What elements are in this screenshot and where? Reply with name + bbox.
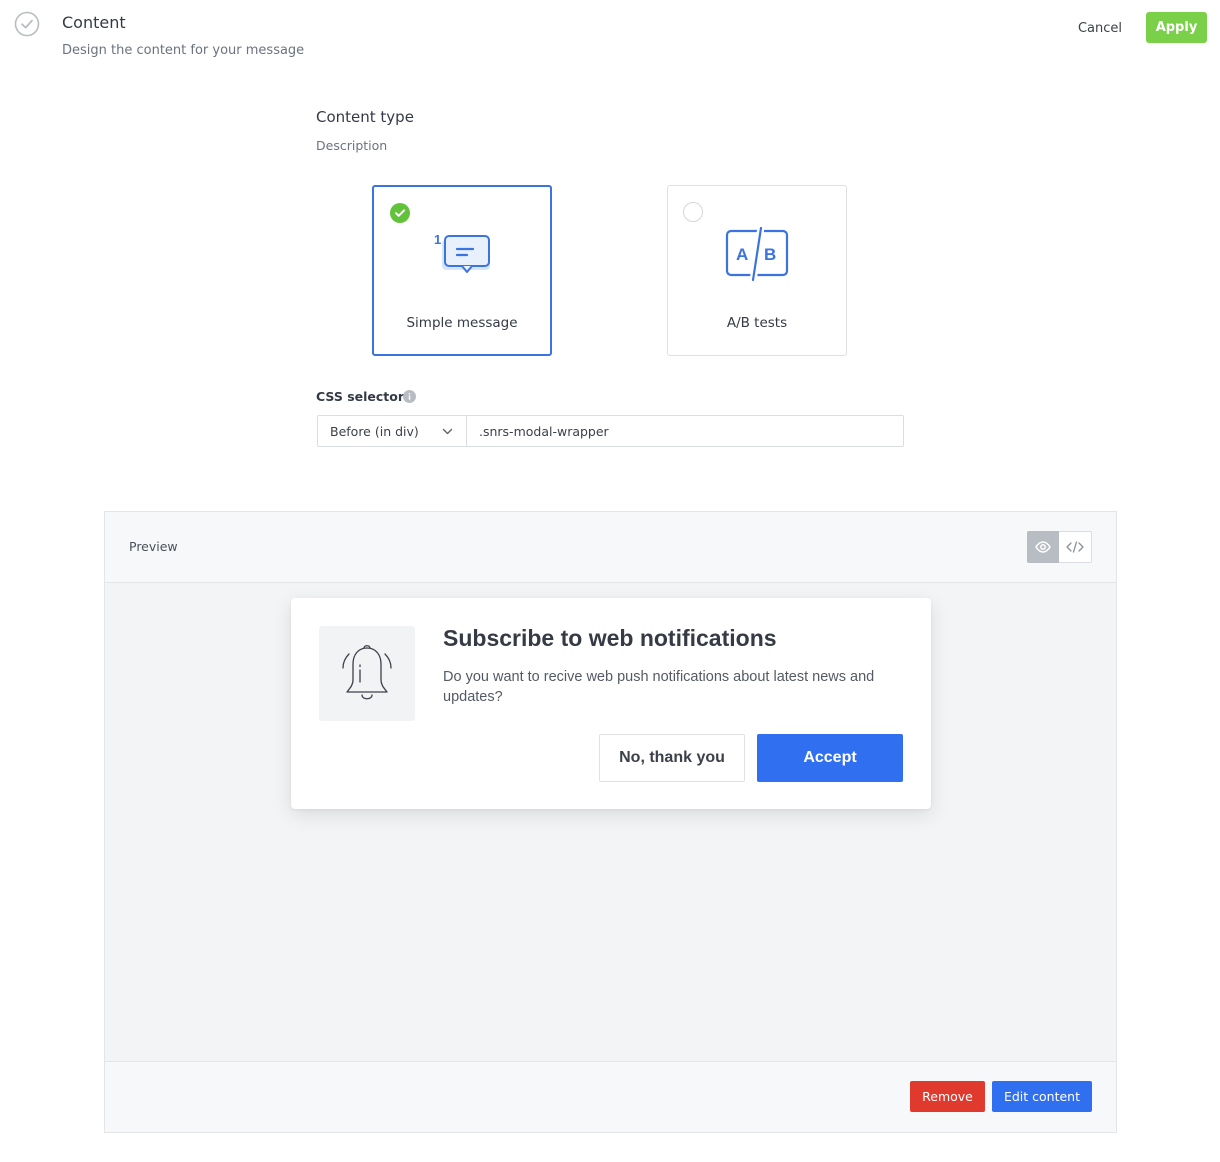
code-icon xyxy=(1066,541,1084,553)
notification-modal: Subscribe to web notifications Do you wa… xyxy=(291,598,931,809)
preview-header: Preview xyxy=(105,512,1116,583)
content-type-description: Description xyxy=(316,138,388,153)
accept-button[interactable]: Accept xyxy=(757,734,903,782)
css-selector-label: CSS selector xyxy=(316,389,405,404)
preview-footer: Remove Edit content xyxy=(105,1061,1116,1132)
chat-bubble-icon: 1 xyxy=(434,232,490,273)
info-icon[interactable] xyxy=(403,390,416,403)
preview-mode-button[interactable] xyxy=(1027,531,1059,563)
selected-check-icon xyxy=(390,203,410,223)
remove-button[interactable]: Remove xyxy=(910,1081,985,1112)
option-label-ab-tests: A/B tests xyxy=(726,315,788,331)
modal-title: Subscribe to web notifications xyxy=(443,625,777,651)
option-label-simple-message: Simple message xyxy=(406,315,518,331)
edit-content-button[interactable]: Edit content xyxy=(992,1081,1092,1112)
content-type-option-ab-tests[interactable]: A B A/B tests xyxy=(667,185,847,356)
cancel-button[interactable]: Cancel xyxy=(1066,14,1134,42)
preview-eye-icon xyxy=(1035,541,1051,553)
bell-illustration xyxy=(319,626,415,721)
modal-text: Do you want to recive web push notificat… xyxy=(443,669,875,705)
ab-test-icon: A B xyxy=(725,227,789,282)
decline-button[interactable]: No, thank you xyxy=(599,734,745,782)
svg-text:B: B xyxy=(764,245,776,264)
radio-unselected-icon xyxy=(683,202,703,222)
svg-text:A: A xyxy=(736,245,748,264)
apply-button[interactable]: Apply xyxy=(1146,12,1207,43)
content-type-option-simple-message[interactable]: 1 Simple message xyxy=(372,185,552,356)
chevron-down-icon xyxy=(442,428,453,435)
insert-position-select[interactable]: Before (in div) xyxy=(317,415,467,447)
view-mode-toggle xyxy=(1027,531,1092,563)
css-selector-input[interactable] xyxy=(466,415,904,447)
page-title: Content xyxy=(62,13,126,32)
step-check-icon xyxy=(14,11,40,37)
preview-label: Preview xyxy=(129,539,178,554)
code-mode-button[interactable] xyxy=(1059,531,1092,563)
page-subtitle: Design the content for your message xyxy=(62,43,305,58)
message-count-badge: 1 xyxy=(434,232,441,247)
content-type-title: Content type xyxy=(316,108,414,126)
insert-position-value: Before (in div) xyxy=(330,424,419,439)
bell-icon xyxy=(342,645,392,700)
